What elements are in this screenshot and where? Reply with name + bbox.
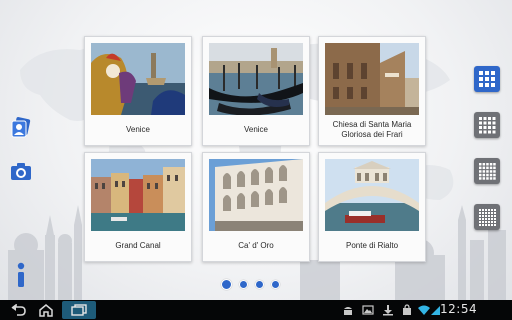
grid-icon: [479, 209, 496, 226]
wifi-icon: [418, 305, 430, 315]
photo-thumbnail: [209, 159, 303, 231]
photo-thumbnail: [91, 159, 185, 231]
status-clock: 12:54: [440, 302, 478, 316]
grid-icon: [479, 117, 496, 134]
back-icon: [11, 304, 26, 316]
photo-thumbnail: [325, 159, 419, 231]
home-button[interactable]: [36, 302, 56, 318]
photo-caption: Grand Canal: [115, 241, 161, 250]
info-icon: [17, 262, 25, 287]
bag-icon: [403, 304, 411, 315]
view-grid-button-2[interactable]: [474, 112, 500, 138]
view-grid-button-4[interactable]: [474, 204, 500, 230]
view-grid-button-3[interactable]: [474, 158, 500, 184]
system-navigation-bar: 12:54: [0, 300, 512, 320]
camera-button[interactable]: [8, 158, 34, 184]
recent-apps-button[interactable]: [62, 301, 96, 319]
photo-caption: Ca' d' Oro: [238, 241, 274, 250]
photo-caption: Venice: [125, 125, 151, 134]
page-dot-2[interactable]: [239, 280, 248, 289]
android-icon: [344, 307, 352, 315]
photo-card-grand-canal[interactable]: Grand Canal: [84, 152, 192, 262]
photo-thumbnail: [91, 43, 185, 115]
photo-thumbnail: [209, 43, 303, 115]
back-button[interactable]: [8, 302, 28, 318]
app-screen: Venice Venice Chiesa di Santa Maria Glor…: [0, 0, 512, 320]
camera-icon: [11, 163, 31, 180]
photo-thumbnail: [325, 43, 419, 115]
photo-caption: Ponte di Rialto: [345, 241, 399, 250]
info-button[interactable]: [8, 262, 34, 288]
grid-icon: [479, 163, 496, 180]
download-icon: [383, 305, 393, 316]
recent-apps-icon: [71, 304, 87, 316]
image-icon: [362, 305, 374, 315]
photo-card-ca-d-oro[interactable]: Ca' d' Oro: [202, 152, 310, 262]
photo-card-venice-carnival[interactable]: Venice: [84, 36, 192, 146]
photo-caption: Chiesa di Santa Maria Gloriosa dei Frari: [332, 120, 412, 139]
photo-card-venice-gondolas[interactable]: Venice: [202, 36, 310, 146]
page-indicator: [221, 279, 280, 290]
page-dot-3[interactable]: [255, 280, 264, 289]
photo-card-rialto-bridge[interactable]: Ponte di Rialto: [318, 152, 426, 262]
home-icon: [39, 304, 53, 317]
grid-3x3-icon: [479, 71, 495, 87]
album-icon: [11, 117, 31, 138]
photo-card-frari-church[interactable]: Chiesa di Santa Maria Gloriosa dei Frari: [318, 36, 426, 146]
photo-caption: Venice: [243, 125, 269, 134]
page-dot-4[interactable]: [271, 280, 280, 289]
view-grid-button-1[interactable]: [474, 66, 500, 92]
album-button[interactable]: [8, 114, 34, 140]
page-dot-1[interactable]: [221, 279, 232, 290]
